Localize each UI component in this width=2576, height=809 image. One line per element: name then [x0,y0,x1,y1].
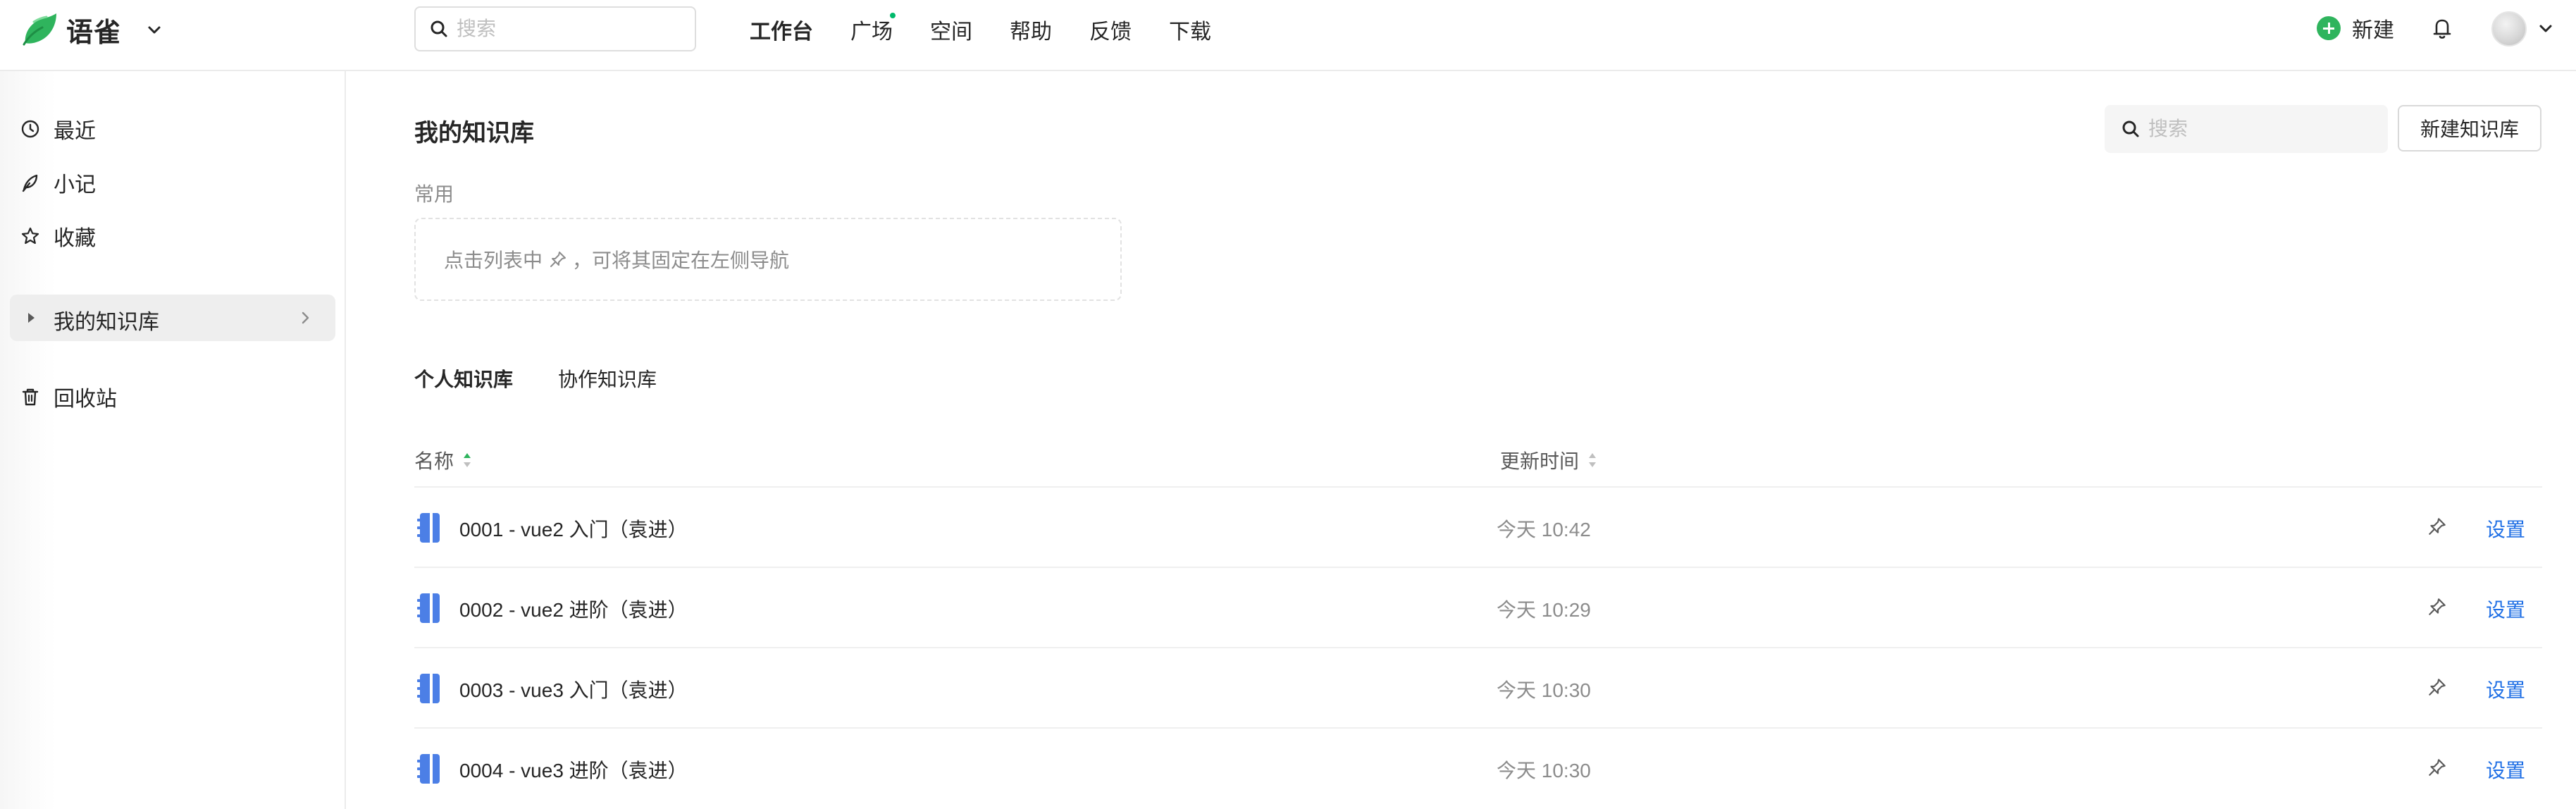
table-row[interactable]: 0001 - vue2 入门（袁进） 今天 10:42 设置 [414,486,2542,567]
sidebar-item-label: 我的知识库 [54,311,159,334]
top-header: 语雀 工作台 广场 空间 帮助 反馈 下载 新建 [0,0,2576,71]
tab-collaborative[interactable]: 协作知识库 [558,364,657,393]
pin-hint: 点击列表中 ，可将其固定在左侧导航 [444,245,789,273]
chevron-down-icon[interactable] [2535,18,2556,39]
sidebar-item-recent[interactable]: 最近 [20,107,96,151]
settings-link[interactable]: 设置 [2486,675,2525,703]
knowledge-base-search-input[interactable] [2148,118,2374,140]
nav-space[interactable]: 空间 [930,14,972,45]
column-header-label: 名称 [414,450,454,472]
plus-circle-icon [2317,16,2341,40]
pin-icon [550,252,566,267]
book-icon [417,674,440,703]
clock-icon [21,120,39,138]
pin-icon[interactable] [2427,596,2448,617]
global-search[interactable] [414,6,696,51]
column-header-name[interactable]: 名称 [414,446,473,474]
chevron-right-icon [302,311,309,324]
star-icon [21,227,39,245]
table-row[interactable]: 0004 - vue3 进阶（袁进） 今天 10:30 设置 [414,727,2542,808]
pin-hint-before: 点击列表中 [444,249,543,271]
notification-dot [888,11,897,20]
column-header-label: 更新时间 [1500,450,1580,472]
app-logo[interactable]: 语雀 [21,11,121,48]
nav-feedback[interactable]: 反馈 [1089,14,1132,45]
main-content: 我的知识库 新建知识库 常用 点击列表中 ，可将其固定在左侧导航 个人知识库 协… [347,71,2576,809]
sort-icon [1589,453,1597,467]
table-row[interactable]: 0002 - vue2 进阶（袁进） 今天 10:29 设置 [414,567,2542,647]
chevron-down-icon[interactable] [144,20,165,41]
user-avatar[interactable] [2491,11,2527,47]
knowledge-base-name[interactable]: 0002 - vue2 进阶（袁进） [459,595,688,623]
pinned-drop-zone: 点击列表中 ，可将其固定在左侧导航 [414,218,1122,301]
updated-time: 今天 10:30 [1497,760,1591,782]
nav-download[interactable]: 下载 [1169,14,1211,45]
pin-icon[interactable] [2427,757,2448,778]
global-search-input[interactable] [457,18,682,40]
sidebar: 最近 小记 收藏 我的知识库 回收站 [0,71,346,809]
knowledge-base-name[interactable]: 0003 - vue3 入门（袁进） [459,675,688,703]
caret-right-icon [28,313,35,323]
common-section-label: 常用 [414,183,454,205]
sidebar-item-label: 小记 [54,173,96,197]
search-icon [2122,121,2139,137]
page-title: 我的知识库 [414,120,534,147]
pin-icon[interactable] [2427,677,2448,698]
sidebar-item-trash[interactable]: 回收站 [20,375,117,419]
nav-square[interactable]: 广场 [850,11,897,45]
sort-icon [464,453,471,467]
column-header-updated[interactable]: 更新时间 [1500,446,1599,474]
trash-icon [22,388,39,406]
updated-time: 今天 10:29 [1497,599,1591,621]
pin-icon[interactable] [2427,516,2448,537]
updated-time: 今天 10:42 [1497,519,1591,541]
sidebar-item-favorites[interactable]: 收藏 [20,214,96,258]
nav-workbench[interactable]: 工作台 [750,14,813,45]
sidebar-item-label: 收藏 [54,227,96,250]
new-button[interactable]: 新建 [2317,13,2394,44]
settings-link[interactable]: 设置 [2486,595,2525,623]
knowledge-base-name[interactable]: 0004 - vue3 进阶（袁进） [459,755,688,784]
table-row[interactable]: 0003 - vue3 入门（袁进） 今天 10:30 设置 [414,647,2542,727]
nav-square-label: 广场 [850,20,893,44]
sidebar-item-label: 最近 [54,120,96,143]
knowledge-base-tabs: 个人知识库 协作知识库 [414,364,702,393]
tab-personal[interactable]: 个人知识库 [414,364,513,393]
bell-icon[interactable] [2428,14,2456,42]
app-name: 语雀 [66,18,122,48]
knowledge-base-search[interactable] [2105,105,2388,153]
new-button-label: 新建 [2352,19,2394,42]
settings-link[interactable]: 设置 [2486,755,2525,784]
pin-hint-after: ，可将其固定在左侧导航 [572,249,790,271]
nav-help[interactable]: 帮助 [1010,14,1052,45]
updated-time: 今天 10:30 [1497,679,1591,701]
yuque-leaf-icon [23,13,56,46]
new-knowledge-base-button[interactable]: 新建知识库 [2398,105,2541,152]
book-icon [417,513,440,543]
knowledge-base-name[interactable]: 0001 - vue2 入门（袁进） [459,514,688,543]
sidebar-item-label: 回收站 [54,388,117,411]
sidebar-item-my-knowledge-base[interactable]: 我的知识库 [10,295,335,341]
settings-link[interactable]: 设置 [2486,514,2525,543]
top-nav: 工作台 广场 空间 帮助 反馈 下载 [750,11,1249,45]
search-icon [431,20,447,37]
book-icon [417,593,440,623]
book-icon [417,754,440,784]
feather-icon [22,174,38,192]
sidebar-item-notes[interactable]: 小记 [20,161,96,204]
